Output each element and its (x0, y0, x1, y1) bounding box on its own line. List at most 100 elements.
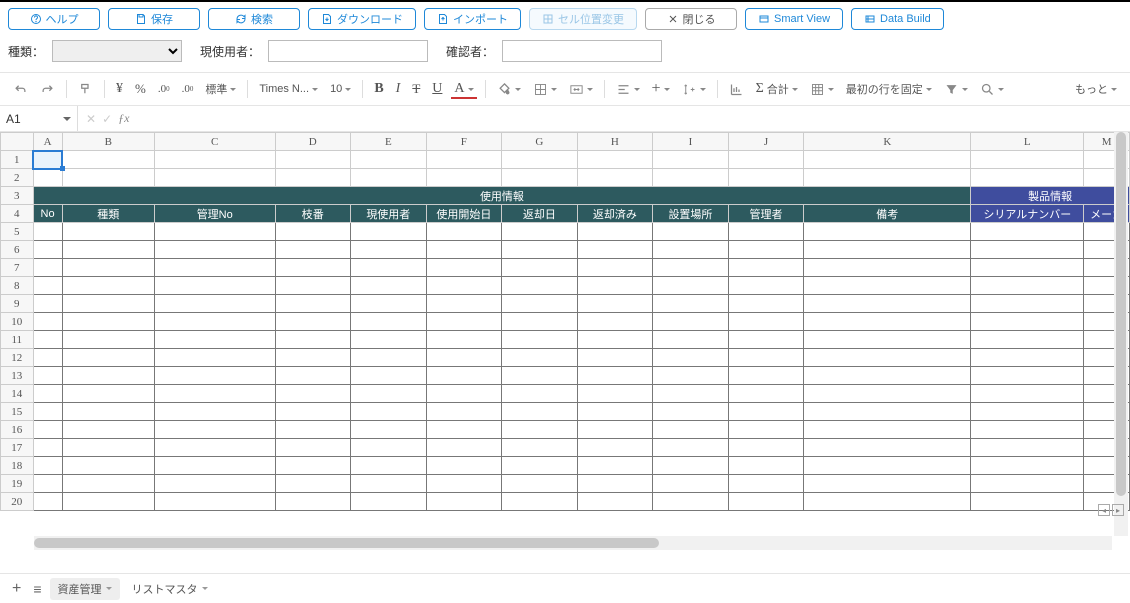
row-header[interactable]: 7 (1, 259, 34, 277)
cell[interactable] (971, 241, 1084, 259)
cell[interactable] (502, 295, 578, 313)
fillcolor-button[interactable] (494, 80, 524, 99)
cell[interactable] (154, 277, 275, 295)
redo-button[interactable] (37, 80, 58, 99)
cell[interactable] (653, 367, 729, 385)
dec-dec-button[interactable]: .00 (179, 81, 197, 97)
cell[interactable] (275, 439, 351, 457)
cell[interactable] (275, 223, 351, 241)
cell[interactable] (971, 403, 1084, 421)
cell[interactable] (653, 241, 729, 259)
col-header[interactable]: G (502, 133, 578, 151)
cell[interactable] (502, 367, 578, 385)
cell[interactable] (804, 457, 971, 475)
cell[interactable] (971, 349, 1084, 367)
row-header[interactable]: 1 (1, 151, 34, 169)
cell[interactable] (728, 151, 804, 169)
cell[interactable] (426, 457, 502, 475)
bold-button[interactable]: B (371, 79, 386, 99)
col-subheader[interactable]: 管理者 (728, 205, 804, 223)
cell[interactable] (275, 241, 351, 259)
cell-name-box[interactable]: A1 (0, 106, 78, 131)
row-header[interactable]: 19 (1, 475, 34, 493)
cell[interactable] (426, 295, 502, 313)
cell[interactable] (275, 367, 351, 385)
spreadsheet-grid[interactable]: ABCDEFGHIJKLM123使用情報製品情報4No種類管理No枝番現使用者使… (0, 132, 1130, 511)
col-header[interactable]: K (804, 133, 971, 151)
cell[interactable] (154, 259, 275, 277)
cell[interactable] (154, 439, 275, 457)
cell[interactable] (351, 295, 427, 313)
download-button[interactable]: ダウンロード (308, 8, 416, 30)
cell[interactable] (351, 403, 427, 421)
cell[interactable] (62, 403, 154, 421)
cell[interactable] (426, 421, 502, 439)
cell[interactable] (502, 421, 578, 439)
cell[interactable] (62, 349, 154, 367)
cell[interactable] (971, 277, 1084, 295)
col-subheader[interactable]: 使用開始日 (426, 205, 502, 223)
cell[interactable] (577, 421, 653, 439)
import-button[interactable]: インポート (424, 8, 521, 30)
cell[interactable] (275, 403, 351, 421)
cell[interactable] (62, 241, 154, 259)
cell[interactable] (351, 169, 427, 187)
col-subheader[interactable]: 管理No (154, 205, 275, 223)
cell[interactable] (275, 421, 351, 439)
cell[interactable] (154, 241, 275, 259)
cell[interactable] (275, 493, 351, 511)
cell[interactable] (728, 331, 804, 349)
cell[interactable] (33, 385, 62, 403)
cell[interactable] (728, 295, 804, 313)
dec-inc-button[interactable]: .00 (155, 81, 173, 97)
cell[interactable] (502, 169, 578, 187)
cell[interactable] (804, 223, 971, 241)
cell[interactable] (426, 169, 502, 187)
cell[interactable] (154, 169, 275, 187)
cell[interactable] (502, 457, 578, 475)
cell[interactable] (653, 223, 729, 241)
cell[interactable] (426, 331, 502, 349)
cell[interactable] (275, 277, 351, 295)
vertical-scrollbar[interactable] (1114, 132, 1128, 536)
cell[interactable] (351, 241, 427, 259)
accept-fx-icon[interactable]: ✓ (102, 112, 112, 126)
cell[interactable] (275, 331, 351, 349)
cell[interactable] (804, 331, 971, 349)
row-header[interactable]: 2 (1, 169, 34, 187)
cell[interactable] (653, 439, 729, 457)
cell[interactable] (33, 493, 62, 511)
cell[interactable] (62, 331, 154, 349)
cell[interactable] (154, 493, 275, 511)
row-header[interactable]: 9 (1, 295, 34, 313)
cell[interactable] (728, 223, 804, 241)
cell[interactable] (577, 457, 653, 475)
strike-button[interactable]: T (409, 79, 423, 99)
cell[interactable] (62, 223, 154, 241)
cell[interactable] (577, 349, 653, 367)
smartview-button[interactable]: Smart View (745, 8, 843, 30)
col-subheader[interactable]: 種類 (62, 205, 154, 223)
cell[interactable] (653, 421, 729, 439)
cell[interactable] (653, 295, 729, 313)
cell[interactable] (577, 385, 653, 403)
cell[interactable] (971, 457, 1084, 475)
cell[interactable] (804, 475, 971, 493)
cell[interactable] (728, 385, 804, 403)
cell[interactable] (577, 277, 653, 295)
rowcol-button[interactable] (679, 80, 709, 99)
search-button[interactable]: 検索 (208, 8, 300, 30)
cell[interactable] (804, 151, 971, 169)
cell[interactable] (62, 169, 154, 187)
more-button[interactable]: もっと (1072, 79, 1120, 99)
row-header[interactable]: 10 (1, 313, 34, 331)
cell[interactable] (653, 331, 729, 349)
cell[interactable] (502, 475, 578, 493)
sum-button[interactable]: Σ 合計 (753, 79, 801, 99)
cell[interactable] (154, 421, 275, 439)
merge-button[interactable] (566, 80, 596, 99)
row-header[interactable]: 6 (1, 241, 34, 259)
cell[interactable] (62, 259, 154, 277)
cell[interactable] (577, 259, 653, 277)
cell[interactable] (728, 367, 804, 385)
